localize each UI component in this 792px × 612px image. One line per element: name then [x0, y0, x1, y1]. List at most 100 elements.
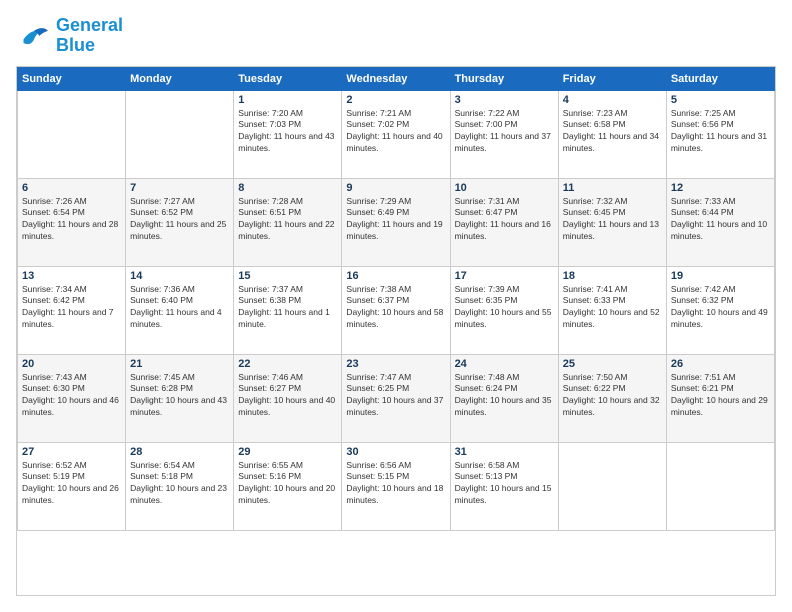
calendar-week-4: 20 Sunrise: 7:43 AM Sunset: 6:30 PM Dayli…: [18, 354, 775, 442]
calendar-cell: 27 Sunrise: 6:52 AM Sunset: 5:19 PM Dayli…: [18, 442, 126, 530]
day-number: 2: [346, 94, 445, 106]
day-info: Sunrise: 7:20 AM Sunset: 7:03 PM Dayligh…: [238, 108, 337, 156]
calendar-cell: 3Sunrise: 7:22 AM Sunset: 7:00 PM Daylig…: [450, 90, 558, 178]
day-number: 9: [346, 182, 445, 194]
calendar-cell: 11 Sunrise: 7:32 AM Sunset: 6:45 PM Dayli…: [558, 178, 666, 266]
day-info: Sunrise: 7:48 AM Sunset: 6:24 PM Dayligh…: [455, 372, 554, 420]
day-number: 4: [563, 94, 662, 106]
calendar: SundayMondayTuesdayWednesdayThursdayFrid…: [16, 66, 776, 596]
day-info: Sunrise: 7:31 AM Sunset: 6:47 PM Dayligh…: [455, 196, 554, 244]
calendar-cell: 9 Sunrise: 7:29 AM Sunset: 6:49 PM Daylig…: [342, 178, 450, 266]
calendar-cell: 26 Sunrise: 7:51 AM Sunset: 6:21 PM Dayli…: [666, 354, 774, 442]
day-info: Sunrise: 7:51 AM Sunset: 6:21 PM Dayligh…: [671, 372, 770, 420]
calendar-cell: 30 Sunrise: 6:56 AM Sunset: 5:15 PM Dayli…: [342, 442, 450, 530]
calendar-cell: 5 Sunrise: 7:25 AM Sunset: 6:56 PM Daylig…: [666, 90, 774, 178]
calendar-cell: 12 Sunrise: 7:33 AM Sunset: 6:44 PM Dayli…: [666, 178, 774, 266]
calendar-cell: 15 Sunrise: 7:37 AM Sunset: 6:38 PM Dayli…: [234, 266, 342, 354]
day-number: 24: [455, 358, 554, 370]
day-number: 29: [238, 446, 337, 458]
calendar-cell: 22 Sunrise: 7:46 AM Sunset: 6:27 PM Dayli…: [234, 354, 342, 442]
day-info: Sunrise: 7:33 AM Sunset: 6:44 PM Dayligh…: [671, 196, 770, 244]
day-number: 19: [671, 270, 770, 282]
day-number: 6: [22, 182, 121, 194]
day-info: Sunrise: 7:32 AM Sunset: 6:45 PM Dayligh…: [563, 196, 662, 244]
calendar-week-5: 27 Sunrise: 6:52 AM Sunset: 5:19 PM Dayli…: [18, 442, 775, 530]
day-info: Sunrise: 7:22 AM Sunset: 7:00 PM Dayligh…: [455, 108, 554, 156]
logo: General Blue: [16, 16, 123, 56]
day-number: 18: [563, 270, 662, 282]
weekday-thursday: Thursday: [450, 67, 558, 90]
calendar-week-2: 6Sunrise: 7:26 AM Sunset: 6:54 PM Daylig…: [18, 178, 775, 266]
day-info: Sunrise: 7:39 AM Sunset: 6:35 PM Dayligh…: [455, 284, 554, 332]
day-info: Sunrise: 7:46 AM Sunset: 6:27 PM Dayligh…: [238, 372, 337, 420]
day-number: 23: [346, 358, 445, 370]
day-info: Sunrise: 7:43 AM Sunset: 6:30 PM Dayligh…: [22, 372, 121, 420]
weekday-wednesday: Wednesday: [342, 67, 450, 90]
day-info: Sunrise: 7:29 AM Sunset: 6:49 PM Dayligh…: [346, 196, 445, 244]
day-number: 1: [238, 94, 337, 106]
calendar-cell: 13 Sunrise: 7:34 AM Sunset: 6:42 PM Dayli…: [18, 266, 126, 354]
day-number: 14: [130, 270, 229, 282]
day-number: 13: [22, 270, 121, 282]
day-info: Sunrise: 6:54 AM Sunset: 5:18 PM Dayligh…: [130, 460, 229, 508]
day-info: Sunrise: 7:42 AM Sunset: 6:32 PM Dayligh…: [671, 284, 770, 332]
day-number: 7: [130, 182, 229, 194]
calendar-cell: 2Sunrise: 7:21 AM Sunset: 7:02 PM Daylig…: [342, 90, 450, 178]
calendar-cell: [126, 90, 234, 178]
day-number: 26: [671, 358, 770, 370]
day-info: Sunrise: 7:37 AM Sunset: 6:38 PM Dayligh…: [238, 284, 337, 332]
calendar-cell: 10 Sunrise: 7:31 AM Sunset: 6:47 PM Dayli…: [450, 178, 558, 266]
calendar-cell: 28 Sunrise: 6:54 AM Sunset: 5:18 PM Dayli…: [126, 442, 234, 530]
weekday-sunday: Sunday: [18, 67, 126, 90]
weekday-friday: Friday: [558, 67, 666, 90]
day-info: Sunrise: 7:36 AM Sunset: 6:40 PM Dayligh…: [130, 284, 229, 332]
day-info: Sunrise: 6:52 AM Sunset: 5:19 PM Dayligh…: [22, 460, 121, 508]
calendar-week-1: 1 Sunrise: 7:20 AM Sunset: 7:03 PM Daylig…: [18, 90, 775, 178]
day-number: 27: [22, 446, 121, 458]
weekday-saturday: Saturday: [666, 67, 774, 90]
weekday-header: SundayMondayTuesdayWednesdayThursdayFrid…: [18, 67, 775, 90]
page: General Blue SundayMondayTuesdayWednesda…: [0, 0, 792, 612]
calendar-cell: 23 Sunrise: 7:47 AM Sunset: 6:25 PM Dayli…: [342, 354, 450, 442]
weekday-tuesday: Tuesday: [234, 67, 342, 90]
day-number: 10: [455, 182, 554, 194]
calendar-cell: 7 Sunrise: 7:27 AM Sunset: 6:52 PM Daylig…: [126, 178, 234, 266]
day-number: 28: [130, 446, 229, 458]
header: General Blue: [16, 16, 776, 56]
day-info: Sunrise: 7:27 AM Sunset: 6:52 PM Dayligh…: [130, 196, 229, 244]
day-info: Sunrise: 6:56 AM Sunset: 5:15 PM Dayligh…: [346, 460, 445, 508]
day-info: Sunrise: 7:34 AM Sunset: 6:42 PM Dayligh…: [22, 284, 121, 332]
logo-icon: [16, 22, 52, 50]
day-number: 12: [671, 182, 770, 194]
day-number: 31: [455, 446, 554, 458]
day-number: 22: [238, 358, 337, 370]
calendar-body: 1 Sunrise: 7:20 AM Sunset: 7:03 PM Daylig…: [18, 90, 775, 530]
calendar-cell: 18Sunrise: 7:41 AM Sunset: 6:33 PM Dayli…: [558, 266, 666, 354]
day-info: Sunrise: 7:50 AM Sunset: 6:22 PM Dayligh…: [563, 372, 662, 420]
day-info: Sunrise: 7:47 AM Sunset: 6:25 PM Dayligh…: [346, 372, 445, 420]
calendar-cell: 1 Sunrise: 7:20 AM Sunset: 7:03 PM Daylig…: [234, 90, 342, 178]
day-number: 17: [455, 270, 554, 282]
calendar-cell: [666, 442, 774, 530]
day-number: 30: [346, 446, 445, 458]
calendar-cell: 14 Sunrise: 7:36 AM Sunset: 6:40 PM Dayli…: [126, 266, 234, 354]
calendar-cell: 20 Sunrise: 7:43 AM Sunset: 6:30 PM Dayli…: [18, 354, 126, 442]
calendar-cell: 4Sunrise: 7:23 AM Sunset: 6:58 PM Daylig…: [558, 90, 666, 178]
day-number: 11: [563, 182, 662, 194]
day-info: Sunrise: 6:58 AM Sunset: 5:13 PM Dayligh…: [455, 460, 554, 508]
day-number: 21: [130, 358, 229, 370]
day-info: Sunrise: 7:38 AM Sunset: 6:37 PM Dayligh…: [346, 284, 445, 332]
day-info: Sunrise: 6:55 AM Sunset: 5:16 PM Dayligh…: [238, 460, 337, 508]
day-number: 25: [563, 358, 662, 370]
day-number: 5: [671, 94, 770, 106]
day-number: 20: [22, 358, 121, 370]
calendar-cell: 17 Sunrise: 7:39 AM Sunset: 6:35 PM Dayli…: [450, 266, 558, 354]
calendar-cell: 16Sunrise: 7:38 AM Sunset: 6:37 PM Dayli…: [342, 266, 450, 354]
calendar-cell: 31 Sunrise: 6:58 AM Sunset: 5:13 PM Dayli…: [450, 442, 558, 530]
day-number: 15: [238, 270, 337, 282]
calendar-cell: 6Sunrise: 7:26 AM Sunset: 6:54 PM Daylig…: [18, 178, 126, 266]
calendar-cell: 21Sunrise: 7:45 AM Sunset: 6:28 PM Dayli…: [126, 354, 234, 442]
calendar-cell: 24 Sunrise: 7:48 AM Sunset: 6:24 PM Dayli…: [450, 354, 558, 442]
weekday-monday: Monday: [126, 67, 234, 90]
day-info: Sunrise: 7:25 AM Sunset: 6:56 PM Dayligh…: [671, 108, 770, 156]
